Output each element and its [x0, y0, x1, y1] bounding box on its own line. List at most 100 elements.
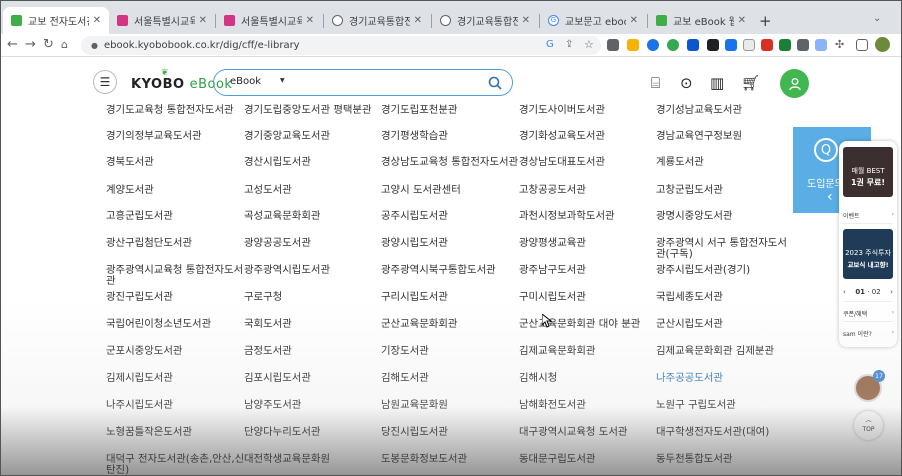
address-bar[interactable]: ● ebook.kyobobook.co.kr/dig/cff/e-librar…: [81, 36, 601, 55]
library-link[interactable]: 경기성남교육도서관: [656, 105, 796, 116]
library-link[interactable]: 노원구 구립도서관: [656, 400, 796, 411]
profile-avatar[interactable]: [875, 37, 890, 52]
browser-tab-7[interactable]: 교보 eBook 웹합 - 교보 ✕: [648, 7, 754, 34]
close-tab-icon[interactable]: ✕: [93, 15, 101, 26]
browser-tab-1[interactable]: 교보 전자도서관을 소개 ✕: [3, 7, 109, 34]
library-link[interactable]: 광주시립도서관(경기): [656, 265, 796, 276]
chevron-left-icon[interactable]: ‹: [827, 189, 833, 205]
bookmark-star-icon[interactable]: ☆: [584, 38, 594, 51]
library-link[interactable]: 경산시립도서관: [244, 157, 384, 168]
library-link[interactable]: 동대문구립도서관: [519, 454, 659, 465]
extension-icon[interactable]: [743, 39, 755, 51]
library-link[interactable]: 곡성교육문화회관: [244, 211, 384, 222]
library-link[interactable]: 경남교육연구정보원: [656, 131, 796, 142]
close-tab-icon[interactable]: ✕: [306, 15, 314, 26]
library-link[interactable]: 군포시중앙도서관: [106, 346, 246, 357]
library-link[interactable]: 대구학생전자도서관(대여): [656, 427, 796, 438]
side-panel-icon[interactable]: [856, 39, 868, 51]
cash-icon[interactable]: ⊙: [680, 74, 693, 92]
library-link[interactable]: 계룡도서관: [656, 157, 796, 168]
library-link[interactable]: 대덕구 전자도서관(송촌,안산,신탄진): [106, 454, 246, 476]
library-link[interactable]: 대전학생교육문화원: [244, 454, 384, 465]
ticket-icon[interactable]: ⌸: [651, 74, 660, 92]
coupon-link[interactable]: 쿠폰/혜택: [843, 309, 867, 318]
scroll-top-button[interactable]: ︿ TOP: [854, 411, 883, 440]
library-link[interactable]: 광주광역시 서구 통합전자도서관(구독): [656, 238, 796, 260]
extension-icon[interactable]: [647, 39, 659, 51]
library-link[interactable]: 광명시중앙도서관: [656, 211, 796, 222]
library-link[interactable]: 도봉문화정보도서관: [381, 454, 521, 465]
library-link[interactable]: 나주공공도서관: [656, 373, 796, 384]
library-link[interactable]: 고창군립도서관: [656, 185, 796, 196]
library-link[interactable]: 김해도서관: [381, 373, 521, 384]
library-link[interactable]: 광양평생교육관: [519, 238, 659, 249]
browser-tab-5[interactable]: 경기교육통합전자도서 ✕: [432, 7, 538, 34]
promo-card[interactable]: 2023 주식투자 교보식 내고향!: [843, 229, 893, 279]
share-icon[interactable]: ⇪: [565, 39, 573, 50]
library-link[interactable]: 단양다누리도서관: [244, 427, 384, 438]
browser-tab-2[interactable]: 서울특별시교육청 전자 ✕: [109, 7, 215, 34]
home-icon[interactable]: ⌂: [61, 38, 68, 51]
library-link[interactable]: 김제교육문화회관 김제분관: [656, 346, 796, 357]
library-link[interactable]: 구로구청: [244, 292, 384, 303]
search-bar[interactable]: eBook ▼: [213, 69, 513, 96]
library-link[interactable]: 광진구립도서관: [106, 292, 246, 303]
library-link[interactable]: 고양시 도서관센터: [381, 185, 521, 196]
sam-info-link[interactable]: sam 이란?: [843, 329, 872, 338]
library-link[interactable]: 계양도서관: [106, 185, 246, 196]
close-tab-icon[interactable]: ✕: [414, 15, 422, 26]
close-tab-icon[interactable]: ✕: [199, 15, 207, 26]
browser-tab-6[interactable]: G 교보문고 ebook 도서관 ✕: [540, 7, 646, 34]
library-link[interactable]: 광주광역시북구통합도서관: [381, 265, 521, 276]
library-link[interactable]: 경기도사이버도서관: [519, 105, 659, 116]
library-link[interactable]: 광양시립도서관: [381, 238, 521, 249]
library-link[interactable]: 광산구립첨단도서관: [106, 238, 246, 249]
chevron-right-icon[interactable]: ›: [890, 288, 893, 296]
search-category-select[interactable]: eBook: [230, 76, 261, 87]
library-link[interactable]: 경기도교육청 통합전자도서관: [106, 105, 246, 116]
browser-tab-3[interactable]: 서울특별시교육청 전자 ✕: [216, 7, 322, 34]
hamburger-menu-icon[interactable]: ☰: [93, 70, 117, 94]
forward-arrow-icon[interactable]: →: [25, 37, 36, 52]
library-link[interactable]: 경상남도교육청 통합전자도서관: [381, 157, 521, 168]
library-link[interactable]: 광주광역시교육청 통합전자도서관: [106, 265, 246, 287]
library-link[interactable]: 경기도립포천분관: [381, 105, 521, 116]
extension-icon[interactable]: [687, 39, 699, 51]
chevron-left-icon[interactable]: ‹: [843, 288, 846, 296]
library-link[interactable]: 고창공공도서관: [519, 185, 659, 196]
library-link[interactable]: 남원교육문화원: [381, 400, 521, 411]
library-link[interactable]: 국립어린이청소년도서관: [106, 319, 246, 330]
library-link[interactable]: 고성도서관: [244, 185, 384, 196]
library-link[interactable]: 김해시청: [519, 373, 659, 384]
library-link[interactable]: 나주시립도서관: [106, 400, 246, 411]
extension-icon[interactable]: [797, 39, 809, 51]
user-profile-icon[interactable]: [780, 69, 809, 98]
library-link[interactable]: 경기중앙교육도서관: [244, 131, 384, 142]
new-tab-button[interactable]: +: [759, 12, 772, 30]
library-link[interactable]: 김제교육문화회관: [519, 346, 659, 357]
library-link[interactable]: 대구광역시교육청 도서관: [519, 427, 659, 438]
browser-tab-4[interactable]: 경기교육통합전자도서 ✕: [324, 7, 430, 34]
extension-icon[interactable]: [725, 39, 737, 51]
library-link[interactable]: 김포시립도서관: [244, 373, 384, 384]
library-link[interactable]: 노형꿈틀작은도서관: [106, 427, 246, 438]
library-link[interactable]: 광양공공도서관: [244, 238, 384, 249]
library-link[interactable]: 군산교육문화회관: [381, 319, 521, 330]
extension-icon[interactable]: [607, 39, 619, 51]
library-link[interactable]: 경상남도대표도서관: [519, 157, 659, 168]
library-link[interactable]: 국회도서관: [244, 319, 384, 330]
library-link[interactable]: 경기의정부교육도서관: [106, 131, 246, 142]
library-link[interactable]: 남해화전도서관: [519, 400, 659, 411]
event-link[interactable]: 이벤트: [843, 211, 860, 220]
extension-icon[interactable]: [815, 39, 827, 51]
library-link[interactable]: 기장도서관: [381, 346, 521, 357]
extension-icon[interactable]: [779, 39, 791, 51]
close-tab-icon[interactable]: ✕: [522, 15, 530, 26]
extension-icon[interactable]: [707, 39, 719, 51]
library-link[interactable]: 금정도서관: [244, 346, 384, 357]
search-icon[interactable]: [488, 75, 502, 94]
cart-icon[interactable]: 🛒︎: [741, 74, 760, 92]
library-link[interactable]: 김제시립도서관: [106, 373, 246, 384]
extension-icon[interactable]: [627, 39, 639, 51]
extension-icon[interactable]: [761, 39, 773, 51]
